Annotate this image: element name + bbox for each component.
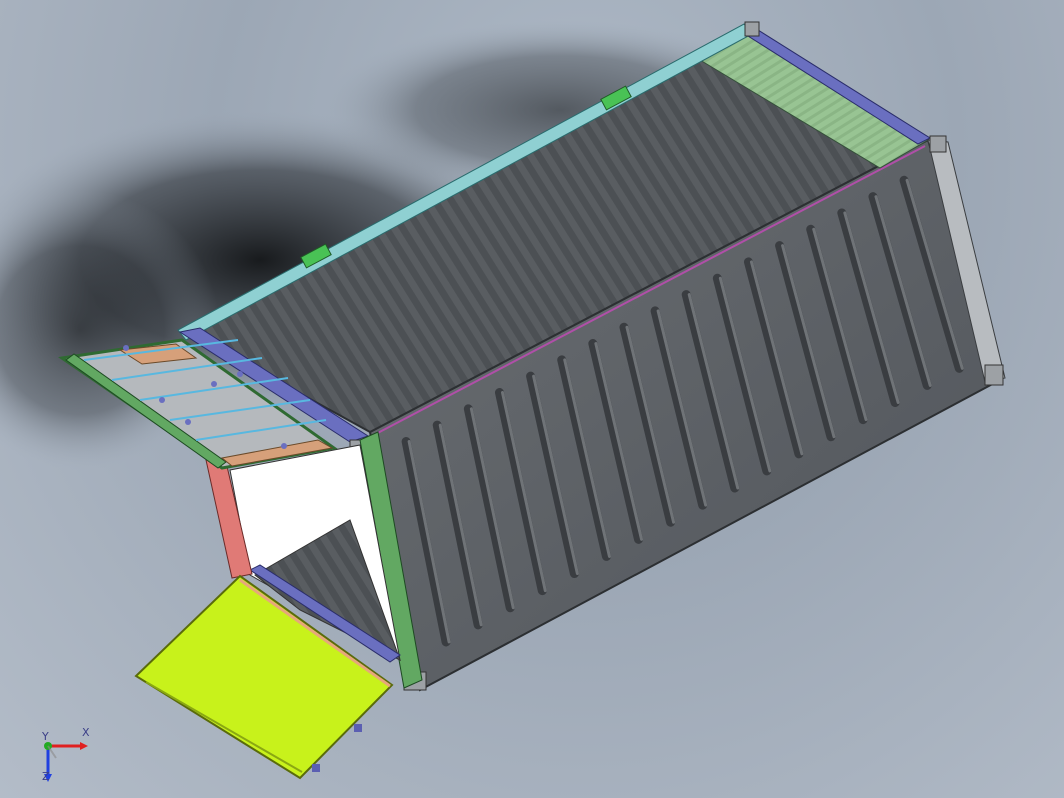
hinge-bolt-icon	[312, 764, 320, 772]
cad-viewport[interactable]: X Y Z	[0, 0, 1064, 798]
hinge-bolt-icon	[354, 724, 362, 732]
axis-triad: X Y Z	[30, 726, 100, 788]
axis-y-label: Y	[42, 730, 49, 743]
axis-z-label: Z	[42, 770, 50, 783]
axis-x-label: X	[82, 726, 90, 739]
container-model[interactable]	[0, 0, 1064, 798]
